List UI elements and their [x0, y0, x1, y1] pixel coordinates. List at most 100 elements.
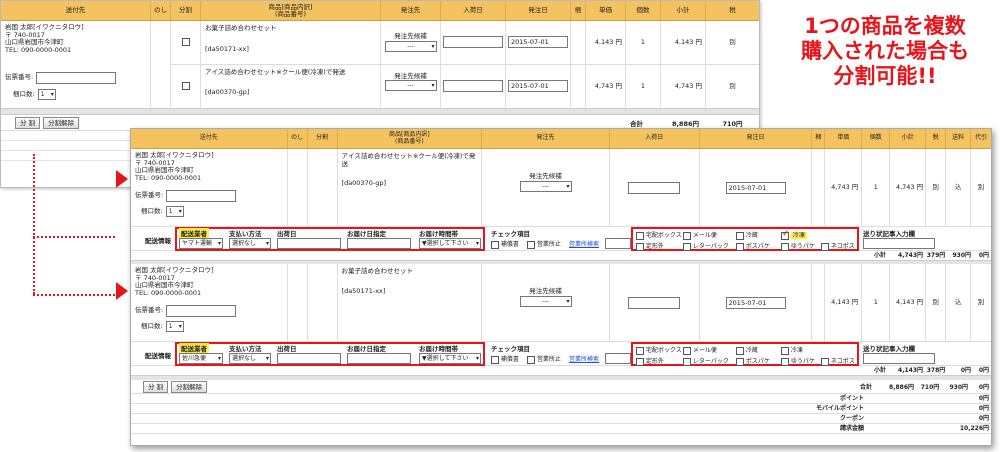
col-qty: 個数	[626, 1, 661, 20]
col-tax: 税	[926, 129, 947, 148]
opt-yupake[interactable]	[781, 242, 789, 251]
office-stop-checkbox[interactable]	[527, 355, 535, 364]
package-label: 梱口数:	[141, 321, 163, 330]
cod: 別	[977, 297, 985, 306]
compensation-checkbox[interactable]	[491, 240, 499, 249]
tracking-input[interactable]	[166, 305, 237, 317]
opt-takuhai-box[interactable]	[636, 231, 644, 240]
payment-label: 支払い方法	[229, 230, 262, 238]
arrival-input[interactable]	[443, 36, 503, 49]
unsplit-button[interactable]: 分割解除	[43, 116, 80, 129]
delivery-time-select[interactable]: ▼選択して下さい ▾	[419, 353, 481, 364]
opt-frozen[interactable]	[781, 231, 789, 240]
carrier-select[interactable]: ヤマト運輸 ▾	[179, 238, 223, 249]
order-date-input[interactable]: 2015-07-01	[725, 296, 786, 309]
grand-total-label: 合計	[859, 384, 872, 391]
opt-chill[interactable]	[736, 231, 744, 240]
col-split: 分割	[308, 129, 338, 148]
arrival-input[interactable]	[443, 80, 503, 93]
col-subtotal: 小計	[890, 129, 927, 148]
package-select[interactable]: 1 ▾	[165, 321, 184, 332]
package-select[interactable]: 1 ▾	[165, 206, 184, 217]
shipping-info-row: 配送情報 配送業者 佐川急便 ▾ 支払い方法 選択なし ▾ 出荷日 お届け日指定 お…	[131, 342, 991, 366]
unsplit-button[interactable]: 分割解除	[171, 380, 208, 393]
split-button[interactable]: 分 割	[15, 116, 41, 129]
group-subtotal-row: 小計 4,143円 378円 0円 0円	[873, 367, 989, 374]
opt-nekopos[interactable]	[821, 357, 829, 366]
payment-select[interactable]: 選択なし ▾	[229, 353, 271, 364]
opt-pospake[interactable]	[736, 357, 744, 366]
shipping-label: 配送情報	[145, 352, 171, 360]
opt-takuhai-box[interactable]	[636, 346, 644, 355]
supplier-select[interactable]: --- ▾	[384, 80, 437, 91]
order-date-input[interactable]: 2015-07-01	[508, 80, 568, 93]
qty: 1	[626, 21, 661, 64]
total-value: 8,886円	[671, 119, 699, 128]
opt-mail[interactable]	[683, 346, 691, 355]
qty: 1	[626, 64, 661, 108]
opt-yupake[interactable]	[781, 357, 789, 366]
price: 4,143 円	[825, 264, 863, 341]
col-supplier: 発注先	[381, 1, 441, 20]
shipping: 込	[946, 149, 972, 226]
cod: 別	[977, 182, 985, 191]
shipping-label: 配送情報	[145, 237, 171, 245]
connector-line-2	[33, 294, 115, 296]
ship-date-label: 出荷日	[277, 345, 297, 353]
opt-nekopos[interactable]	[821, 242, 829, 251]
col-arrival: 入荷日	[441, 1, 506, 20]
supplier-select[interactable]: --- ▾	[519, 180, 572, 192]
arrival-input[interactable]	[628, 181, 681, 194]
col-subtotal: 小計	[661, 1, 706, 20]
delivery-time-select[interactable]: ▼選択して下さい ▾	[419, 238, 481, 249]
qty: 1	[862, 149, 891, 226]
compensation-checkbox[interactable]	[491, 355, 499, 364]
split-checkbox-1[interactable]	[181, 38, 190, 47]
invoice-note-input[interactable]	[863, 238, 935, 249]
tracking-input[interactable]	[36, 72, 117, 84]
connector-line-1	[33, 236, 115, 238]
carrier-label: 配送業者	[179, 343, 209, 353]
split-checkbox-2[interactable]	[181, 82, 190, 91]
tracking-input[interactable]	[166, 190, 237, 202]
order-date-input[interactable]: 2015-07-01	[508, 36, 568, 49]
office-search-link[interactable]: 営業所検索	[569, 354, 599, 363]
office-search-link[interactable]: 営業所検索	[569, 239, 599, 248]
col-arrival: 入荷日	[610, 129, 700, 148]
opt-frozen[interactable]	[781, 346, 789, 355]
opt-letterpack[interactable]	[683, 242, 691, 251]
delivery-time-label: お届け時間帯	[419, 230, 458, 238]
address-tel: TEL: 090-0000-0001	[135, 288, 202, 297]
opt-mail[interactable]	[683, 231, 691, 240]
item-name: アイス詰め合わせセット※クール便(冷凍)で発送	[205, 67, 346, 76]
payment-label: 支払い方法	[229, 345, 262, 353]
package-select[interactable]: 1 ▾	[37, 89, 56, 100]
ship-date-label: 出荷日	[277, 230, 297, 238]
opt-letterpack[interactable]	[683, 357, 691, 366]
points-row: ポイント 0円	[131, 394, 991, 404]
ship-date-input[interactable]	[277, 353, 341, 364]
delivery-date-input[interactable]	[347, 353, 411, 364]
delivery-date-input[interactable]	[347, 238, 411, 249]
delivery-date-label: お届け日指定	[347, 230, 386, 238]
arrival-input[interactable]	[628, 296, 681, 309]
check-label: チェック項目	[491, 345, 530, 353]
office-input[interactable]	[605, 353, 631, 364]
office-input[interactable]	[605, 238, 631, 249]
split-button[interactable]: 分 割	[143, 380, 169, 393]
opt-chill[interactable]	[736, 346, 744, 355]
ship-date-input[interactable]	[277, 238, 341, 249]
office-stop-checkbox[interactable]	[527, 240, 535, 249]
opt-pospake[interactable]	[736, 242, 744, 251]
opt-teikeigai[interactable]	[636, 242, 644, 251]
group-subtotal-row: 小計 4,743円 379円 930円 0円	[873, 252, 989, 259]
col-destination: 送付先	[1, 1, 151, 20]
carrier-select[interactable]: 佐川急便 ▾	[179, 353, 223, 364]
supplier-select[interactable]: --- ▾	[519, 295, 572, 307]
payment-select[interactable]: 選択なし ▾	[229, 238, 271, 249]
item-code: [da00370-gp]	[205, 88, 250, 96]
order-date-input[interactable]: 2015-07-01	[725, 181, 786, 194]
invoice-note-input[interactable]	[863, 353, 935, 364]
opt-teikeigai[interactable]	[636, 357, 644, 366]
supplier-select[interactable]: --- ▾	[384, 40, 437, 52]
